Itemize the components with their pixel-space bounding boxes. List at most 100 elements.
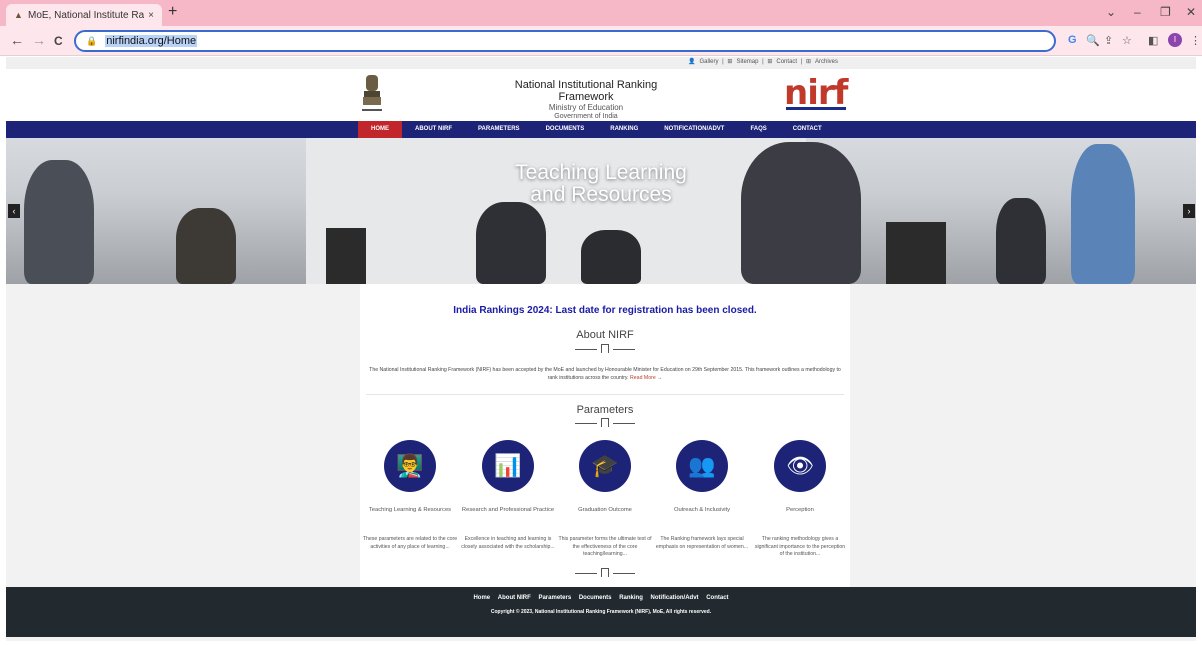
banner-photo-monitor: [886, 222, 946, 284]
outreach-icon: 👥: [676, 440, 728, 492]
utility-strip: 👤 Gallery | ⊞ Sitemap | ⊞ Contact | ⊞ Archiv…: [6, 57, 1196, 69]
government-name: Government of India: [554, 113, 618, 120]
url-text[interactable]: nirfindia.org/Home: [105, 35, 198, 47]
banner-photo-person: [476, 202, 546, 284]
footer-link-contact[interactable]: Contact: [706, 595, 728, 601]
footer-link-parameters[interactable]: Parameters: [538, 595, 571, 601]
lock-icon[interactable]: 🔒: [86, 36, 97, 47]
utility-link-contact[interactable]: Contact: [776, 59, 797, 65]
minimize-button[interactable]: –: [1134, 5, 1141, 19]
research-icon: 📊: [482, 440, 534, 492]
restore-button[interactable]: ❐: [1160, 5, 1171, 19]
zoom-icon[interactable]: 🔍: [1086, 34, 1100, 47]
banner-photo-person: [176, 208, 236, 284]
browser-tab[interactable]: ▲ MoE, National Institute Ranking ×: [6, 4, 162, 26]
window-close-button[interactable]: ✕: [1186, 5, 1196, 19]
banner-photo-person: [1071, 144, 1135, 284]
utility-link-gallery[interactable]: Gallery: [699, 59, 718, 65]
about-description: The National Institutional Ranking Frame…: [368, 366, 842, 382]
about-text: The National Institutional Ranking Frame…: [369, 367, 841, 381]
nav-faqs[interactable]: FAQS: [737, 121, 779, 138]
banner-prev-button[interactable]: ‹: [8, 204, 20, 218]
read-more-link[interactable]: Read More →: [630, 375, 662, 381]
banner-photo-person: [24, 160, 94, 284]
footer-link-home[interactable]: Home: [473, 595, 490, 601]
nav-contact[interactable]: CONTACT: [780, 121, 835, 138]
parameter-desc: These parameters are related to the core…: [362, 536, 458, 550]
brand-text: National Institutional Ranking Framework…: [486, 79, 686, 120]
footer-link-documents[interactable]: Documents: [579, 595, 612, 601]
profile-avatar[interactable]: I: [1168, 33, 1182, 47]
parameter-name[interactable]: Outreach & Inclusivity: [654, 506, 750, 514]
parameter-desc: The ranking methodology gives a signific…: [754, 536, 846, 557]
utility-links: 👤 Gallery | ⊞ Sitemap | ⊞ Contact | ⊞ Archiv…: [688, 59, 839, 65]
banner-heading-line2: and Resources: [530, 183, 672, 206]
tab-close-icon[interactable]: ×: [144, 10, 158, 21]
main-nav: HOME ABOUT NIRF PARAMETERS DOCUMENTS RAN…: [6, 121, 1196, 138]
back-button[interactable]: ←: [10, 32, 24, 48]
forward-button[interactable]: →: [32, 32, 46, 48]
national-emblem-icon: [362, 75, 382, 111]
reload-button[interactable]: C: [54, 34, 63, 48]
copyright-text: Copyright © 2023, National Institutional…: [490, 609, 712, 615]
eye-icon: 👁: [774, 440, 826, 492]
parameter-name[interactable]: Perception: [752, 506, 848, 514]
footer-link-ranking[interactable]: Ranking: [619, 595, 643, 601]
footer-link-about[interactable]: About NIRF: [498, 595, 531, 601]
gallery-icon: 👤: [688, 59, 696, 65]
section-divider-bookmark-icon: [575, 344, 635, 354]
banner-photo-person: [996, 198, 1046, 284]
section-divider: [366, 394, 844, 395]
web-page: 👤 Gallery | ⊞ Sitemap | ⊞ Contact | ⊞ Archiv…: [6, 57, 1196, 641]
graduation-icon: 🎓: [579, 440, 631, 492]
banner-heading-line1: Teaching Learning: [515, 161, 687, 184]
about-title: About NIRF: [576, 329, 634, 341]
google-icon[interactable]: G: [1068, 34, 1077, 46]
share-icon[interactable]: ⇪: [1104, 34, 1113, 47]
site-header: National Institutional Ranking Framework…: [6, 69, 1196, 121]
ministry-name: Ministry of Education: [548, 103, 624, 112]
parameter-desc: This parameter forms the ultimate test o…: [558, 536, 652, 557]
footer-links: Home About NIRF Parameters Documents Ran…: [6, 595, 1196, 601]
nav-notification[interactable]: NOTIFICATION/ADVT: [651, 121, 737, 138]
section-divider-bookmark-icon: [575, 568, 635, 578]
nav-about-nirf[interactable]: ABOUT NIRF: [402, 121, 465, 138]
contact-icon: ⊞: [767, 59, 773, 65]
parameters-title: Parameters: [576, 404, 634, 416]
browser-toolbar: ← → C 🔒 nirfindia.org/Home G 🔍 ⇪ ☆ ◧ I ⋮: [0, 26, 1202, 56]
main-content: India Rankings 2024: Last date for regis…: [360, 284, 850, 587]
site-footer: Home About NIRF Parameters Documents Ran…: [6, 587, 1196, 637]
new-tab-button[interactable]: +: [168, 3, 177, 21]
banner-photo-person: [581, 230, 641, 284]
section-divider-bookmark-icon: [575, 418, 635, 428]
utility-link-archives[interactable]: Archives: [815, 59, 838, 65]
nirf-logo[interactable]: nirf: [784, 73, 848, 113]
main-menu: HOME ABOUT NIRF PARAMETERS DOCUMENTS RAN…: [358, 121, 835, 138]
favicon-icon: ▲: [14, 10, 23, 20]
tab-title: MoE, National Institute Ranking: [28, 9, 144, 21]
banner-heading: Teaching Learning and Resources: [426, 162, 776, 206]
parameter-desc: Excellence in teaching and learning is c…: [461, 536, 555, 550]
parameter-name[interactable]: Research and Professional Practice: [460, 506, 556, 514]
parameter-name[interactable]: Teaching Learning & Resources: [362, 506, 458, 514]
bookmark-star-icon[interactable]: ☆: [1122, 34, 1132, 47]
nav-home[interactable]: HOME: [358, 121, 402, 138]
menu-kebab-icon[interactable]: ⋮: [1190, 34, 1201, 47]
nav-ranking[interactable]: RANKING: [597, 121, 651, 138]
tab-search-icon[interactable]: ⌄: [1106, 5, 1116, 19]
banner-next-button[interactable]: ›: [1183, 204, 1195, 218]
parameters-list: 👨‍🏫 Teaching Learning & Resources These …: [360, 438, 850, 578]
sidepanel-icon[interactable]: ◧: [1148, 34, 1158, 47]
site-title: National Institutional Ranking Framework: [514, 79, 658, 103]
hero-banner: Teaching Learning and Resources ‹ ›: [6, 138, 1196, 284]
nav-parameters[interactable]: PARAMETERS: [465, 121, 533, 138]
utility-link-sitemap[interactable]: Sitemap: [736, 59, 758, 65]
banner-photo-monitor: [326, 228, 366, 284]
banner-background: [306, 138, 806, 284]
footer-link-notification[interactable]: Notification/Advt: [651, 595, 699, 601]
registration-notice[interactable]: India Rankings 2024: Last date for regis…: [360, 305, 850, 316]
parameter-name[interactable]: Graduation Outcome: [557, 506, 653, 514]
address-bar[interactable]: 🔒 nirfindia.org/Home: [74, 30, 1056, 52]
sitemap-icon: ⊞: [727, 59, 733, 65]
nav-documents[interactable]: DOCUMENTS: [533, 121, 598, 138]
